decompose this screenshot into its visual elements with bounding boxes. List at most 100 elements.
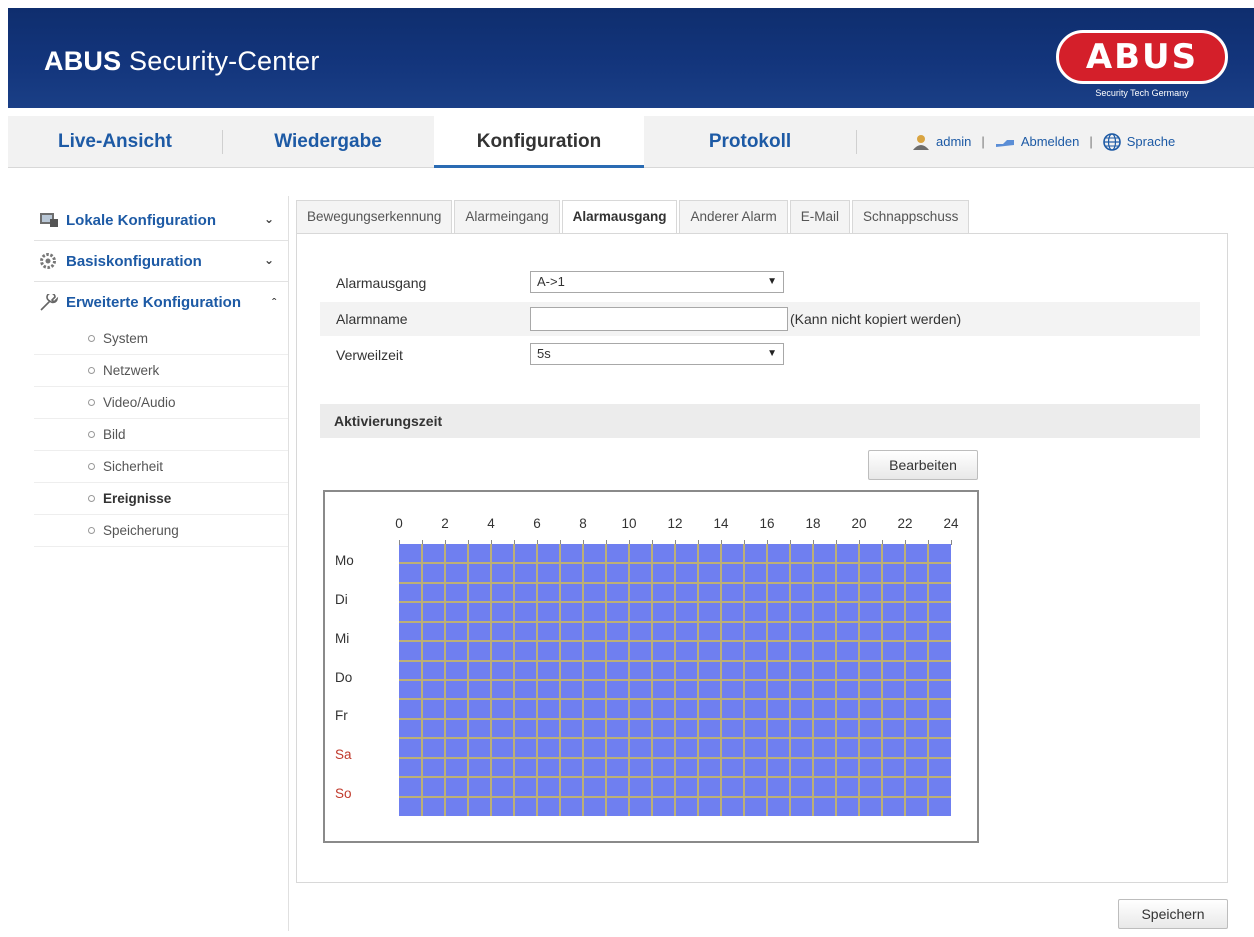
bullet-icon xyxy=(88,526,95,534)
activation-time-header: Aktivierungszeit xyxy=(320,404,1200,438)
day-label-di: Di xyxy=(335,591,348,607)
sidebar-item-video-audio[interactable]: Video/Audio xyxy=(34,387,288,419)
chevron-down-icon: ⌄ xyxy=(263,212,274,226)
day-label-mo: Mo xyxy=(335,553,354,568)
username[interactable]: admin xyxy=(936,116,971,168)
sidebar: Lokale Konfiguration ⌄ Basiskonfiguratio… xyxy=(34,200,288,547)
gear-icon xyxy=(40,253,56,269)
tab-snapshot[interactable]: Schnappschuss xyxy=(852,200,970,234)
alarm-name-label: Alarmname xyxy=(336,311,408,327)
nav-live-view[interactable]: Live-Ansicht xyxy=(8,116,222,168)
grid-line-horizontal xyxy=(399,776,951,779)
app-header: ABUS Security-Center ABUS Security Tech … xyxy=(8,8,1254,108)
dwell-time-label: Verweilzeit xyxy=(336,347,403,363)
alarm-output-select[interactable]: A->1 ▼ xyxy=(530,271,784,293)
logo-tagline: Security Tech Germany xyxy=(1095,88,1189,98)
sidebar-divider xyxy=(288,196,289,931)
sidebar-item-events[interactable]: Ereignisse xyxy=(34,483,288,515)
grid-line-horizontal xyxy=(399,620,951,623)
schedule-grid[interactable]: 0 2 4 6 8 10 12 14 16 18 20 22 24 Mo Di Mi Do Fr Sa So xyxy=(323,490,979,843)
bullet-icon xyxy=(88,462,95,470)
alarm-name-hint: (Kann nicht kopiert werden) xyxy=(790,311,962,327)
day-label-do: Do xyxy=(335,669,353,685)
logout-link[interactable]: Abmelden xyxy=(1021,116,1080,168)
alarm-name-input[interactable] xyxy=(530,307,788,331)
save-button[interactable]: Speichern xyxy=(1118,899,1228,929)
bullet-icon xyxy=(88,494,95,502)
bullet-icon xyxy=(88,398,95,406)
hour-label: 8 xyxy=(579,516,587,531)
wrench-icon xyxy=(40,293,59,311)
alarm-output-label: Alarmausgang xyxy=(336,275,427,291)
sidebar-item-storage[interactable]: Speicherung xyxy=(34,515,288,547)
hour-label: 24 xyxy=(943,516,959,531)
nav-playback[interactable]: Wiedergabe xyxy=(223,116,433,168)
grid-line-horizontal xyxy=(399,756,951,759)
hour-label: 18 xyxy=(805,516,821,531)
tab-alarm-input[interactable]: Alarmeingang xyxy=(454,200,560,234)
grid-line-horizontal xyxy=(399,737,951,740)
grid-line-horizontal xyxy=(399,562,951,565)
grid-line-horizontal xyxy=(399,659,951,662)
day-label-mi: Mi xyxy=(335,630,350,646)
logout-icon xyxy=(995,140,1014,147)
hour-label: 14 xyxy=(713,516,729,531)
tab-alarm-output[interactable]: Alarmausgang xyxy=(561,200,678,234)
hour-label: 10 xyxy=(621,516,637,531)
globe-icon xyxy=(1102,133,1121,151)
sidebar-local-config[interactable]: Lokale Konfiguration ⌄ xyxy=(34,200,288,241)
sidebar-basic-config[interactable]: Basiskonfiguration ⌄ xyxy=(34,241,288,282)
edit-schedule-button[interactable]: Bearbeiten xyxy=(868,450,978,480)
sidebar-item-security[interactable]: Sicherheit xyxy=(34,451,288,483)
day-label-fr: Fr xyxy=(335,708,348,724)
tab-other-alarm[interactable]: Anderer Alarm xyxy=(679,200,788,234)
abus-logo: ABUS Security Tech Germany xyxy=(1056,30,1228,104)
bullet-icon xyxy=(88,334,95,342)
main-nav: Live-Ansicht Wiedergabe Konfiguration Pr… xyxy=(8,116,1254,168)
hour-label: 2 xyxy=(441,516,449,531)
hour-tick xyxy=(399,540,400,545)
hour-label: 12 xyxy=(667,516,683,531)
hour-tick xyxy=(951,540,952,545)
tab-email[interactable]: E-Mail xyxy=(789,200,851,234)
hour-label: 4 xyxy=(487,516,495,531)
row-dwell-time: Verweilzeit 5s ▼ xyxy=(320,338,1200,372)
row-alarm-output: Alarmausgang A->1 ▼ xyxy=(320,266,1200,300)
tab-motion-detection[interactable]: Bewegungserkennung xyxy=(296,200,453,234)
grid-line-horizontal xyxy=(399,581,951,584)
user-icon xyxy=(913,135,929,150)
nav-log[interactable]: Protokoll xyxy=(645,116,855,168)
hour-label: 0 xyxy=(395,516,403,531)
grid-line-horizontal xyxy=(399,640,951,643)
dropdown-arrow-icon: ▼ xyxy=(767,276,777,287)
grid-line-horizontal xyxy=(399,601,951,604)
hour-label: 22 xyxy=(897,516,913,531)
day-label-so: So xyxy=(335,786,352,802)
grid-line-horizontal xyxy=(399,795,951,798)
sidebar-item-network[interactable]: Netzwerk xyxy=(34,355,288,387)
grid-line-horizontal xyxy=(399,698,951,701)
chevron-down-icon: ⌄ xyxy=(263,253,274,267)
grid-line-horizontal xyxy=(399,717,951,720)
grid-line-horizontal xyxy=(399,679,951,681)
chevron-up-icon: ˆ xyxy=(272,296,276,310)
hour-label: 20 xyxy=(851,516,867,531)
language-link[interactable]: Sprache xyxy=(1127,116,1175,168)
app-title: ABUS Security-Center xyxy=(44,46,320,76)
row-alarm-name: Alarmname (Kann nicht kopiert werden) xyxy=(320,302,1200,336)
dwell-time-select[interactable]: 5s ▼ xyxy=(530,343,784,365)
logo-wordmark: ABUS xyxy=(1056,30,1228,84)
schedule-active-area[interactable] xyxy=(399,540,952,816)
bullet-icon xyxy=(88,366,95,374)
sidebar-item-system[interactable]: System xyxy=(34,323,288,355)
dropdown-arrow-icon: ▼ xyxy=(767,348,777,359)
user-area: admin | Abmelden | Sprache xyxy=(912,116,1175,168)
day-label-sa: Sa xyxy=(335,747,352,763)
hour-label: 6 xyxy=(533,516,541,531)
sidebar-item-image[interactable]: Bild xyxy=(34,419,288,451)
hour-label: 16 xyxy=(759,516,775,531)
nav-configuration[interactable]: Konfiguration xyxy=(434,116,644,168)
sidebar-advanced-config[interactable]: Erweiterte Konfiguration ˆ xyxy=(34,282,288,323)
monitor-icon xyxy=(40,213,58,227)
event-tabs: Bewegungserkennung Alarmeingang Alarmaus… xyxy=(296,200,971,234)
